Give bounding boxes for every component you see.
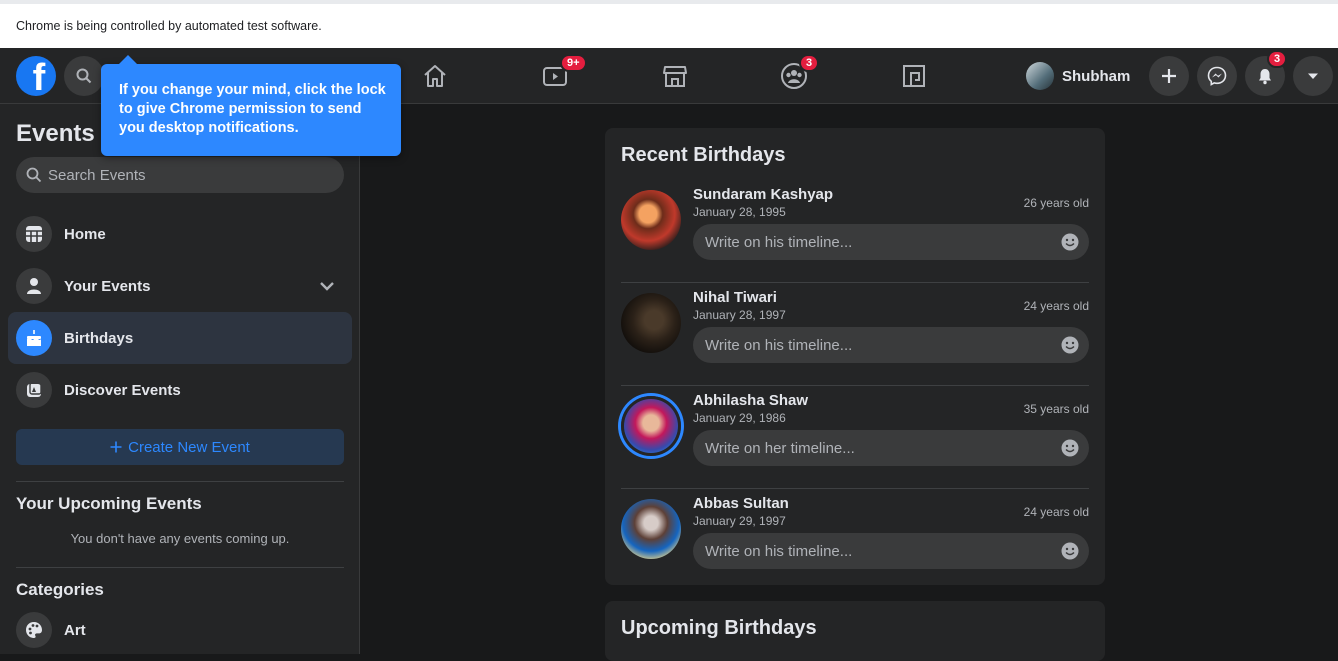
create-new-event-button[interactable]: Create New Event [16, 429, 344, 465]
birthday-row: Abhilasha Shaw January 29, 1986 35 years… [621, 386, 1089, 489]
birthday-age: 24 years old [1023, 505, 1089, 519]
smiley-icon[interactable] [1061, 233, 1079, 251]
tab-marketplace[interactable] [620, 48, 730, 104]
account-menu-button[interactable] [1293, 56, 1333, 96]
timeline-post-field[interactable] [693, 327, 1089, 363]
side-icon-wrap [16, 268, 52, 304]
timeline-post-field[interactable] [693, 533, 1089, 569]
birthday-name[interactable]: Abhilasha Shaw [693, 392, 808, 409]
timeline-post-field[interactable] [693, 224, 1089, 260]
birthday-date: January 28, 1995 [693, 205, 786, 219]
avatar[interactable] [621, 293, 681, 353]
birthday-name[interactable]: Nihal Tiwari [693, 289, 777, 306]
birthday-date: January 29, 1997 [693, 514, 786, 528]
birthday-date: January 28, 1997 [693, 308, 786, 322]
chevron-down-icon[interactable] [318, 277, 336, 295]
sidebar-item-your-events[interactable]: Your Events [8, 260, 352, 312]
search-events-input[interactable] [48, 166, 328, 184]
smiley-icon[interactable] [1061, 542, 1079, 560]
plus-icon [1162, 69, 1176, 83]
plus-icon [110, 441, 122, 453]
groups-badge: 3 [799, 54, 820, 72]
avatar[interactable] [621, 396, 681, 456]
sidebar-item-birthdays[interactable]: Birthdays [8, 312, 352, 364]
events-sidebar: Events Home Your Events Birthdays Discov… [0, 104, 360, 654]
divider [16, 481, 344, 482]
categories-title: Categories [16, 580, 104, 599]
birthday-row: Sundaram Kashyap January 28, 1995 26 yea… [621, 180, 1089, 283]
facebook-logo-letter: f [32, 57, 46, 96]
cake-icon [27, 330, 41, 346]
category-item-art[interactable]: Art [8, 604, 352, 656]
timeline-post-field[interactable] [693, 430, 1089, 466]
caret-down-icon [1308, 73, 1318, 79]
birthday-name[interactable]: Sundaram Kashyap [693, 186, 833, 203]
discover-icon [27, 382, 42, 397]
top-search-button[interactable] [64, 56, 104, 96]
side-icon-wrap [16, 612, 52, 648]
upcoming-events-title: Your Upcoming Events [16, 494, 202, 513]
notifications-button[interactable]: 3 [1245, 50, 1288, 96]
tab-watch[interactable]: 9+ [500, 48, 610, 104]
messenger-button[interactable] [1197, 56, 1237, 96]
birthday-row: Nihal Tiwari January 28, 1997 24 years o… [621, 283, 1089, 386]
sidebar-item-label: Home [64, 225, 106, 243]
birthday-age: 35 years old [1023, 402, 1089, 416]
sidebar-item-discover-events[interactable]: Discover Events [8, 364, 352, 416]
tab-groups[interactable]: 3 [739, 48, 849, 104]
side-icon-wrap [16, 372, 52, 408]
upcoming-birthdays-title: Upcoming Birthdays [621, 617, 817, 639]
automation-infobar: Chrome is being controlled by automated … [0, 0, 1338, 48]
birthday-name[interactable]: Abbas Sultan [693, 495, 789, 512]
bell-icon [1259, 69, 1271, 85]
birthday-date: January 29, 1986 [693, 411, 786, 425]
marketplace-icon [663, 66, 687, 87]
upcoming-events-empty: You don't have any events coming up. [70, 531, 290, 546]
notifications-badge: 3 [1267, 50, 1288, 68]
create-button[interactable] [1149, 56, 1189, 96]
smiley-icon[interactable] [1061, 439, 1079, 457]
timeline-post-input[interactable] [705, 233, 1045, 251]
sidebar-item-label: Your Events [64, 277, 151, 295]
profile-name: Shubham [1062, 67, 1131, 85]
smiley-icon[interactable] [1061, 336, 1079, 354]
messenger-icon [1207, 66, 1227, 86]
person-icon [27, 278, 41, 294]
birthday-row: Abbas Sultan January 29, 1997 24 years o… [621, 489, 1089, 592]
home-icon [424, 65, 446, 87]
side-icon-wrap [16, 320, 52, 356]
recent-birthdays-card: Recent Birthdays Sundaram Kashyap Januar… [605, 128, 1105, 585]
palette-icon [26, 622, 42, 638]
birthday-age: 26 years old [1023, 196, 1089, 210]
sidebar-item-label: Birthdays [64, 329, 134, 347]
avatar[interactable] [621, 499, 681, 559]
timeline-post-input[interactable] [705, 336, 1045, 354]
infobar-text: Chrome is being controlled by automated … [16, 19, 322, 33]
search-icon [26, 167, 42, 183]
side-icon-wrap [16, 216, 52, 252]
notification-permission-tooltip: If you change your mind, click the lock … [101, 55, 401, 156]
sidebar-item-label: Art [64, 621, 86, 639]
search-icon [76, 68, 92, 84]
tab-gaming[interactable] [859, 48, 969, 104]
divider [16, 567, 344, 568]
search-events-field[interactable] [16, 157, 344, 193]
avatar [1026, 62, 1054, 90]
timeline-post-input[interactable] [705, 542, 1045, 560]
birthday-age: 24 years old [1023, 299, 1089, 313]
tooltip-text: If you change your mind, click the lock … [119, 82, 386, 136]
sidebar-item-label: Discover Events [64, 381, 181, 399]
create-new-event-label: Create New Event [128, 438, 250, 456]
gaming-icon [903, 65, 925, 87]
facebook-logo[interactable]: f [16, 56, 56, 96]
profile-chip[interactable]: Shubham [1026, 60, 1136, 92]
sidebar-item-home[interactable]: Home [8, 208, 352, 260]
avatar[interactable] [621, 190, 681, 250]
recent-birthdays-title: Recent Birthdays [621, 144, 786, 166]
timeline-post-input[interactable] [705, 439, 1045, 457]
page-title: Events [16, 120, 95, 147]
watch-badge: 9+ [560, 54, 587, 72]
calendar-grid-icon [26, 226, 42, 242]
upcoming-birthdays-card: Upcoming Birthdays [605, 601, 1105, 661]
